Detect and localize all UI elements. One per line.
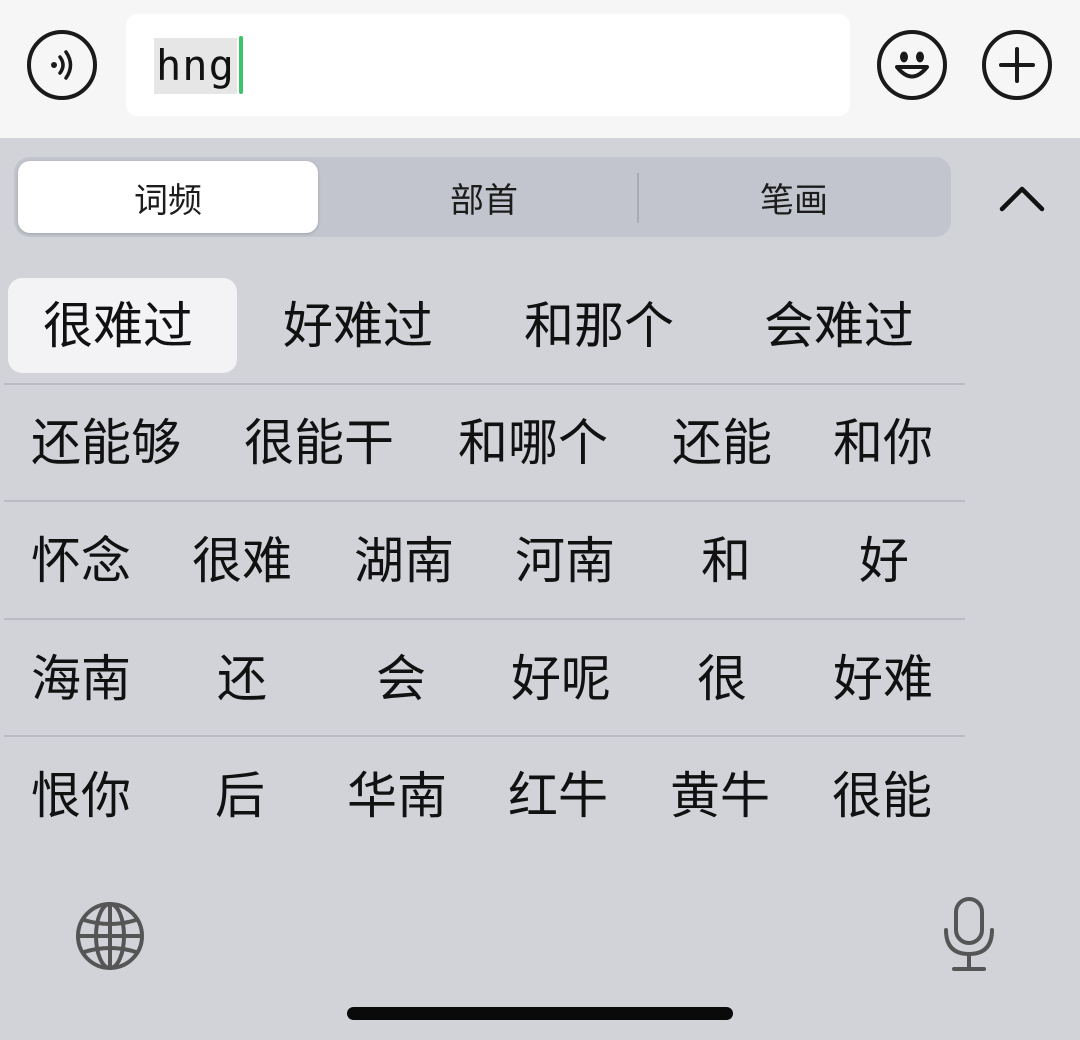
candidate[interactable]: 很能 <box>832 766 932 826</box>
candidate[interactable]: 华南 <box>347 766 447 826</box>
input-composition-text: hng <box>154 38 237 94</box>
tab-radical[interactable]: 部首 <box>334 161 634 233</box>
candidate[interactable]: 河南 <box>515 531 615 591</box>
chat-input-bar: hng <box>0 0 1080 138</box>
plus-icon <box>999 47 1035 83</box>
switch-keyboard-button[interactable] <box>74 900 146 976</box>
candidate[interactable]: 和 <box>701 531 751 591</box>
candidate[interactable]: 很难 <box>192 531 292 591</box>
candidate[interactable]: 和哪个 <box>458 413 608 473</box>
candidate[interactable]: 很难过 <box>43 296 193 356</box>
text-cursor <box>239 36 243 94</box>
candidate[interactable]: 还 <box>217 649 267 709</box>
candidate[interactable]: 很能干 <box>244 413 394 473</box>
candidate[interactable]: 好 <box>859 531 909 591</box>
emoji-button[interactable] <box>877 30 947 100</box>
row-divider <box>4 500 965 502</box>
voice-message-button[interactable] <box>27 30 97 100</box>
candidate[interactable]: 好呢 <box>511 649 611 709</box>
chevron-up-icon <box>999 186 1045 212</box>
candidate[interactable]: 红牛 <box>508 766 608 826</box>
candidate[interactable]: 怀念 <box>31 531 131 591</box>
candidate[interactable]: 和那个 <box>524 296 674 356</box>
candidate[interactable]: 还能够 <box>31 413 181 473</box>
candidate[interactable]: 黄牛 <box>670 766 770 826</box>
candidate[interactable]: 还能 <box>672 413 772 473</box>
candidate[interactable]: 很 <box>697 649 747 709</box>
tab-frequency[interactable]: 词频 <box>18 161 318 233</box>
candidate[interactable]: 会难过 <box>764 296 914 356</box>
globe-icon <box>76 902 144 970</box>
message-input[interactable]: hng <box>126 14 850 116</box>
candidate[interactable]: 和你 <box>833 413 933 473</box>
candidate[interactable]: 好难 <box>833 649 933 709</box>
row-divider <box>4 383 965 385</box>
tab-divider <box>637 173 639 223</box>
emoji-icon <box>895 51 929 79</box>
row-divider <box>4 735 965 737</box>
candidate[interactable]: 好难过 <box>283 296 433 356</box>
voice-message-icon <box>51 50 73 80</box>
candidate-sort-tabs: 词频 部首 笔画 <box>14 157 951 237</box>
more-functions-button[interactable] <box>982 30 1052 100</box>
home-indicator[interactable] <box>347 1007 733 1020</box>
row-divider <box>4 618 965 620</box>
candidate[interactable]: 后 <box>215 766 265 826</box>
candidate[interactable]: 海南 <box>31 649 131 709</box>
candidate[interactable]: 恨你 <box>31 766 131 826</box>
dictation-button[interactable] <box>940 896 998 978</box>
microphone-icon <box>944 897 994 971</box>
collapse-candidates-button[interactable] <box>990 170 1054 226</box>
candidate[interactable]: 湖南 <box>354 531 454 591</box>
candidate[interactable]: 会 <box>376 649 426 709</box>
tab-stroke[interactable]: 笔画 <box>644 161 944 233</box>
